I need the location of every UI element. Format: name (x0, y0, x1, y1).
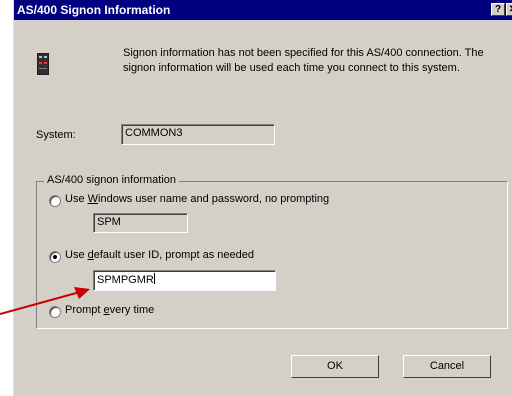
text-caret (153, 273, 155, 284)
windows-user-field: SPM (93, 213, 188, 233)
close-button[interactable]: ✕ (506, 3, 512, 16)
option-default-user-label[interactable]: Use default user ID, prompt as needed (65, 249, 254, 261)
signon-dialog: AS/400 Signon Information ? ✕ Signon inf… (13, 0, 512, 396)
annotation-arrow-icon (0, 287, 90, 315)
help-button[interactable]: ? (491, 3, 505, 16)
system-field: COMMON3 (121, 124, 275, 145)
label-part: indows user name and password, no prompt… (98, 193, 330, 205)
label-part: Use (65, 193, 88, 205)
radio-default-user[interactable] (49, 251, 61, 263)
label-part: Use (65, 249, 88, 261)
ok-button[interactable]: OK (291, 355, 379, 378)
signon-message: Signon information has not been specifie… (123, 47, 484, 74)
label-part: efault user ID, prompt as needed (93, 249, 254, 261)
default-user-id-input[interactable]: SPMPGMR (93, 270, 276, 291)
option-windows-user-label[interactable]: Use Windows user name and password, no p… (65, 193, 329, 205)
signon-group-legend: AS/400 signon information (44, 174, 180, 186)
radio-selected-dot (53, 255, 57, 259)
default-user-id-value: SPMPGMR (97, 273, 155, 286)
system-value: COMMON3 (125, 127, 183, 139)
as400-system-icon (37, 53, 49, 78)
radio-windows-user[interactable] (49, 195, 61, 207)
accelerator-key: W (87, 193, 99, 205)
system-label: System: (36, 129, 76, 141)
dialog-title: AS/400 Signon Information (17, 3, 171, 17)
title-bar[interactable]: AS/400 Signon Information ? ✕ (14, 0, 512, 20)
cancel-button[interactable]: Cancel (403, 355, 491, 378)
label-part: very time (109, 304, 155, 316)
windows-user-value: SPM (97, 216, 121, 228)
default-user-id-text: SPMPGMR (97, 274, 154, 286)
